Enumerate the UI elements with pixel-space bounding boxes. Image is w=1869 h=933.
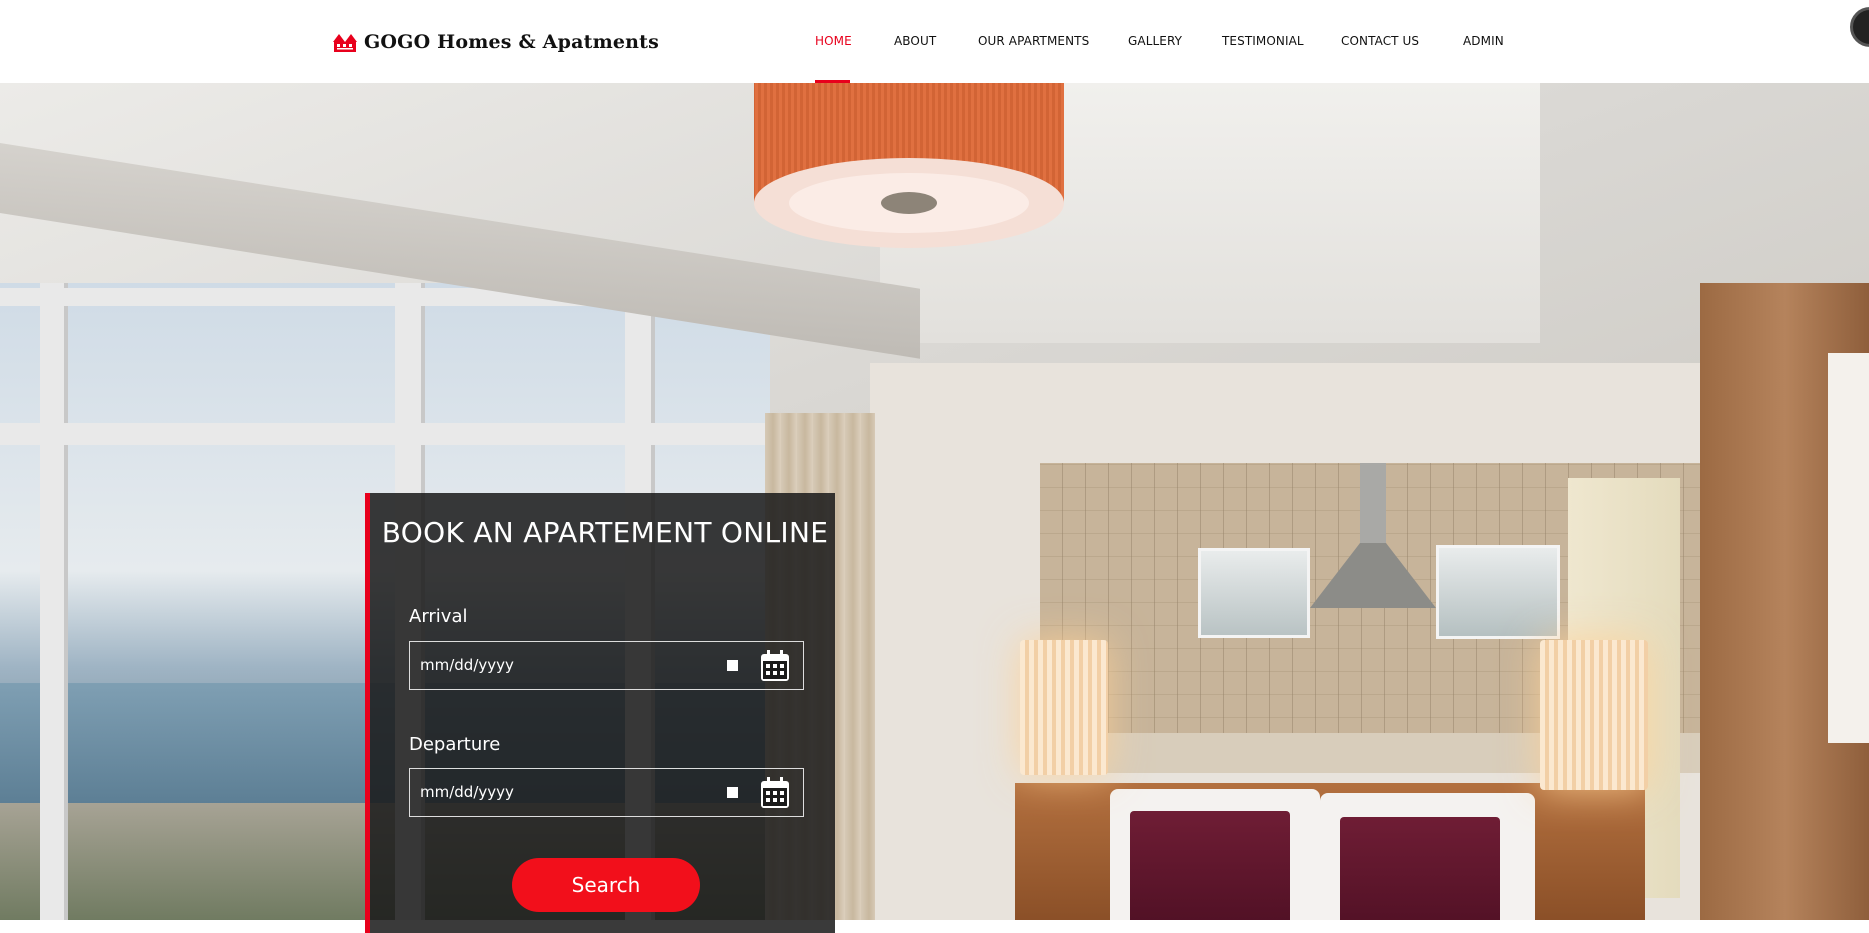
brand-name: GOGO Homes & Apatments (364, 31, 660, 53)
window-frame (0, 423, 770, 445)
nav-gallery[interactable]: GALLERY (1128, 34, 1182, 48)
departure-label: Departure (409, 734, 501, 755)
houses-logo-icon (333, 34, 357, 52)
departure-placeholder: mm/dd/yyyy (420, 783, 514, 801)
pillow (1110, 789, 1320, 920)
wall-art (1828, 353, 1869, 743)
calendar-icon[interactable] (760, 777, 790, 809)
calendar-icon[interactable] (760, 650, 790, 682)
nav-admin[interactable]: ADMIN (1463, 34, 1504, 48)
range-hood (1310, 463, 1436, 608)
kitchen-cabinet (1198, 548, 1310, 638)
arrival-placeholder: mm/dd/yyyy (420, 656, 514, 674)
window-frame (40, 283, 68, 920)
nav-about[interactable]: ABOUT (894, 34, 936, 48)
active-nav-indicator (815, 80, 850, 83)
pillow-cover (1340, 817, 1500, 920)
brand-logo[interactable]: GOGO Homes & Apatments (332, 31, 659, 53)
nav-home[interactable]: HOME (815, 34, 852, 48)
site-header: GOGO Homes & Apatments HOME ABOUT OUR AP… (0, 0, 1869, 83)
nav-contact-us[interactable]: CONTACT US (1341, 34, 1419, 48)
pillow (1320, 793, 1535, 920)
date-picker-icon[interactable] (727, 660, 738, 671)
booking-title: BOOK AN APARTEMENT ONLINE (381, 516, 829, 549)
hero-background-image (0, 83, 1869, 920)
booking-form: BOOK AN APARTEMENT ONLINE Arrival mm/dd/… (365, 493, 835, 933)
nav-testimonial[interactable]: TESTIMONIAL (1222, 34, 1304, 48)
arrival-label: Arrival (409, 606, 468, 627)
floating-action-button[interactable] (1850, 7, 1869, 47)
bedside-lamp (1540, 640, 1648, 790)
kitchen-cabinet (1436, 545, 1560, 639)
departure-date-input[interactable]: mm/dd/yyyy (409, 768, 804, 817)
nav-our-apartments[interactable]: OUR APARTMENTS (978, 34, 1089, 48)
arrival-date-input[interactable]: mm/dd/yyyy (409, 641, 804, 690)
bedside-lamp (1020, 640, 1108, 775)
date-picker-icon[interactable] (727, 787, 738, 798)
search-button[interactable]: Search (512, 858, 700, 912)
ceiling-lamp (754, 83, 1064, 248)
pillow-cover (1130, 811, 1290, 920)
